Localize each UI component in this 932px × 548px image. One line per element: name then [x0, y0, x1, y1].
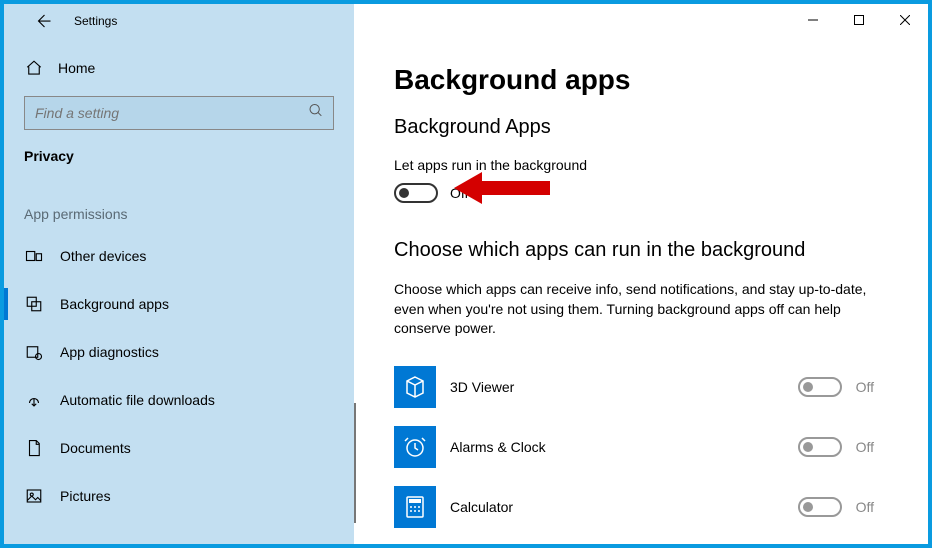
settings-window: Settings Home: [4, 4, 928, 544]
scrollbar-hint[interactable]: [354, 403, 356, 523]
home-label: Home: [58, 60, 95, 76]
app-toggle-state: Off: [856, 439, 874, 455]
sidebar-category: Privacy: [4, 144, 354, 186]
titlebar: Settings: [4, 4, 928, 38]
apps-section-desc: Choose which apps can receive info, send…: [394, 280, 874, 339]
app-row: Alarms & Clock Off: [394, 421, 874, 473]
minimize-button[interactable]: [790, 4, 836, 36]
group-label: App permissions: [4, 186, 354, 232]
background-apps-icon: [24, 295, 44, 313]
back-button[interactable]: [28, 6, 58, 36]
3d-viewer-icon: [394, 366, 436, 408]
sidebar-item-other-devices[interactable]: Other devices: [4, 232, 354, 280]
section-title: Background Apps: [394, 116, 888, 139]
sidebar-item-pictures[interactable]: Pictures: [4, 472, 354, 520]
sidebar-item-app-diagnostics[interactable]: App diagnostics: [4, 328, 354, 376]
master-toggle[interactable]: [394, 183, 438, 203]
app-toggle-state: Off: [856, 499, 874, 515]
search-icon: [308, 103, 324, 124]
app-name: Alarms & Clock: [450, 439, 784, 455]
app-toggle[interactable]: [798, 497, 842, 517]
sidebar-item-label: Other devices: [60, 248, 146, 264]
app-row: Calculator Off: [394, 481, 874, 533]
app-toggle[interactable]: [798, 377, 842, 397]
alarms-clock-icon: [394, 426, 436, 468]
app-diagnostics-icon: [24, 343, 44, 361]
calculator-icon: [394, 486, 436, 528]
sidebar-item-label: Automatic file downloads: [60, 392, 215, 408]
download-icon: [24, 391, 44, 409]
main-panel: Background apps Background Apps Let apps…: [354, 38, 928, 544]
sidebar: Home Privacy App permissions Other devic…: [4, 38, 354, 544]
sidebar-item-auto-downloads[interactable]: Automatic file downloads: [4, 376, 354, 424]
close-button[interactable]: [882, 4, 928, 36]
sidebar-item-background-apps[interactable]: Background apps: [4, 280, 354, 328]
picture-icon: [24, 487, 44, 505]
sidebar-item-label: Pictures: [60, 488, 111, 504]
sidebar-item-documents[interactable]: Documents: [4, 424, 354, 472]
search-input[interactable]: [24, 96, 334, 130]
master-toggle-label: Let apps run in the background: [394, 157, 888, 173]
sidebar-item-label: App diagnostics: [60, 344, 159, 360]
apps-section-title: Choose which apps can run in the backgro…: [394, 239, 888, 262]
app-toggle-state: Off: [856, 379, 874, 395]
home-icon: [24, 59, 44, 77]
other-devices-icon: [24, 247, 44, 265]
app-name: Calculator: [450, 499, 784, 515]
maximize-button[interactable]: [836, 4, 882, 36]
app-toggle[interactable]: [798, 437, 842, 457]
search-container: [24, 96, 334, 130]
page-title: Background apps: [394, 64, 888, 96]
sidebar-item-label: Documents: [60, 440, 131, 456]
master-toggle-row: Off: [394, 183, 888, 203]
master-toggle-state: Off: [450, 185, 468, 201]
sidebar-item-label: Background apps: [60, 296, 169, 312]
window-title: Settings: [74, 14, 117, 28]
app-name: 3D Viewer: [450, 379, 784, 395]
document-icon: [24, 439, 44, 457]
home-nav[interactable]: Home: [4, 48, 354, 88]
app-row: 3D Viewer Off: [394, 361, 874, 413]
annotation-arrow: [454, 168, 554, 208]
